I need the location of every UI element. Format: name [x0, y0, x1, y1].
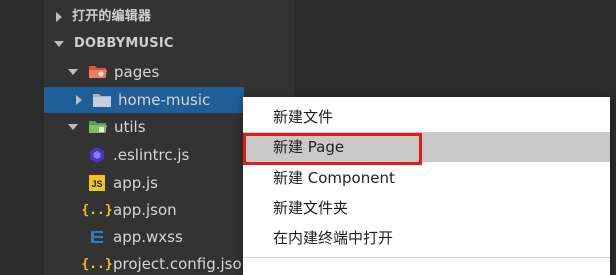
menu-item-new-file[interactable]: 新建文件	[243, 102, 610, 132]
json-badge: {..}	[81, 202, 113, 218]
menu-item-open-in-terminal[interactable]: 在内建终端中打开	[243, 223, 610, 253]
chevron-right-icon	[56, 12, 62, 22]
json-file-icon: {..}	[81, 201, 112, 219]
open-editors-section[interactable]: 打开的编辑器	[44, 4, 294, 30]
tree-item-label: app.wxss	[113, 228, 183, 246]
chevron-down-icon	[54, 41, 64, 47]
chevron-right-icon	[76, 95, 82, 105]
tree-item-label: app.json	[113, 201, 177, 219]
project-label: DOBBYMUSIC	[74, 36, 174, 51]
tree-item-label: project.config.json	[113, 255, 252, 273]
tree-item-label: app.js	[113, 174, 158, 192]
tree-item-label: .eslintrc.js	[113, 146, 190, 164]
chevron-down-icon	[68, 69, 78, 75]
tree-item-label: home-music	[118, 91, 211, 109]
tree-item-pages[interactable]: pages	[44, 59, 294, 85]
menu-item-new-folder[interactable]: 新建文件夹	[243, 193, 610, 223]
project-section[interactable]: DOBBYMUSIC	[44, 31, 294, 57]
folder-open-green-icon	[88, 118, 108, 136]
menu-item-new-page[interactable]: 新建 Page	[243, 132, 610, 162]
tree-item-label: pages	[114, 63, 160, 81]
tree-item-home-music[interactable]: home-music	[44, 87, 244, 113]
javascript-file-icon: JS	[87, 174, 107, 192]
json-badge: {..}	[81, 256, 113, 272]
folder-open-red-icon	[88, 63, 108, 81]
context-menu: 新建文件 新建 Page 新建 Component 新建文件夹 在内建终端中打开	[243, 97, 610, 275]
chevron-down-icon	[68, 124, 78, 130]
ide-window: 打开的编辑器 DOBBYMUSIC pages home-music utils…	[0, 0, 616, 275]
eslint-icon	[87, 146, 107, 164]
menu-separator	[243, 257, 610, 258]
css-file-icon	[87, 228, 107, 246]
menu-item-new-component[interactable]: 新建 Component	[243, 163, 610, 193]
tree-item-label: utils	[114, 118, 146, 136]
js-badge: JS	[89, 175, 105, 191]
folder-icon	[92, 91, 112, 109]
open-editors-label: 打开的编辑器	[72, 9, 152, 24]
json-file-icon: {..}	[81, 255, 112, 273]
